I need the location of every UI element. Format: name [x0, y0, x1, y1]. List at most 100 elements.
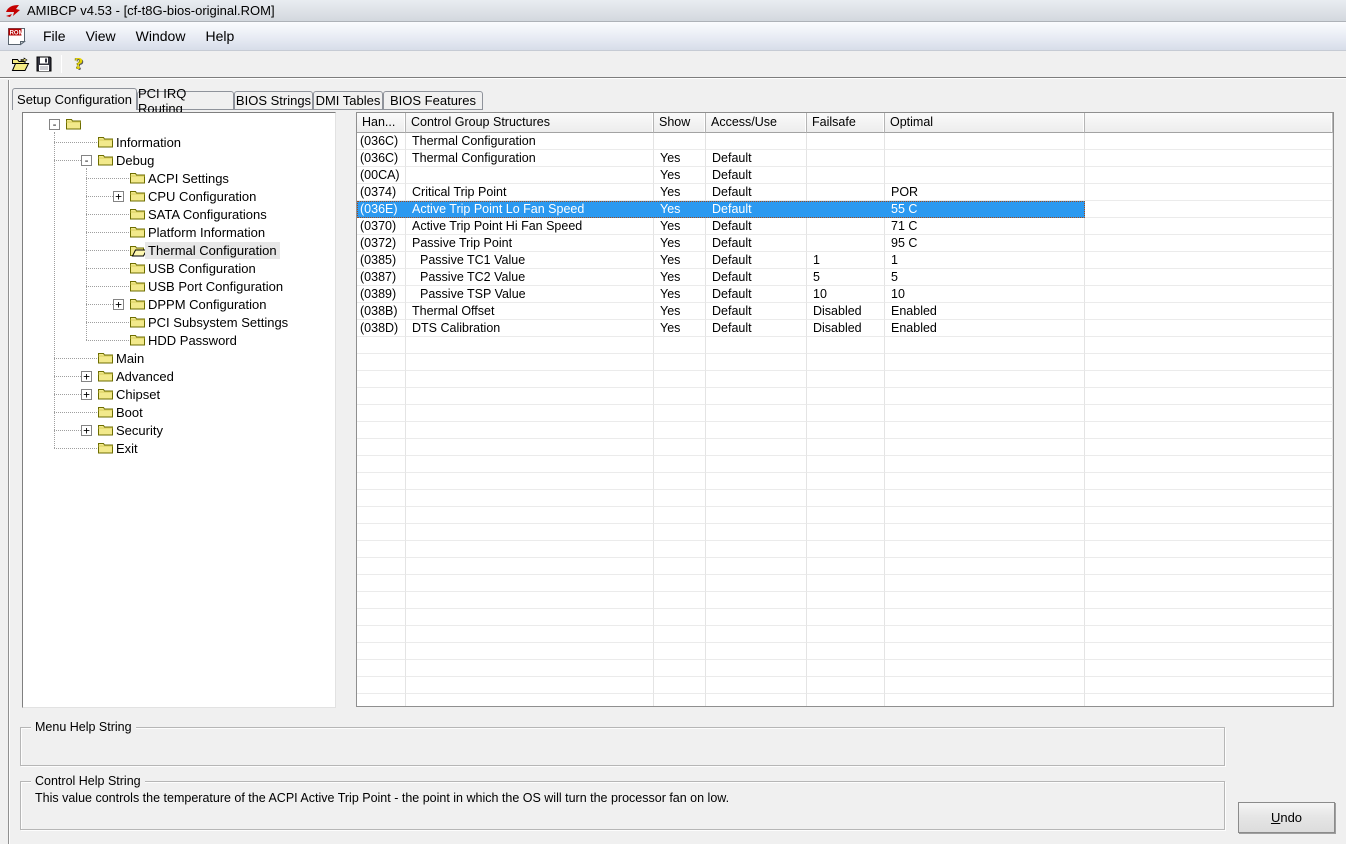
cell-show: [654, 490, 706, 507]
table-row-036e[interactable]: (036E)Active Trip Point Lo Fan SpeedYesD…: [357, 201, 1333, 218]
tree-item-chipset[interactable]: + Chipset: [23, 385, 335, 403]
expand-icon[interactable]: +: [113, 299, 124, 310]
table-row-0374[interactable]: (0374)Critical Trip PointYesDefaultPOR: [357, 184, 1333, 201]
table-row-empty[interactable]: [357, 592, 1333, 609]
tree-item-pci-subsystem-settings[interactable]: PCI Subsystem Settings: [23, 313, 335, 331]
expand-icon[interactable]: +: [81, 425, 92, 436]
expand-icon[interactable]: +: [81, 371, 92, 382]
rom-document-icon[interactable]: ROM: [6, 27, 27, 46]
table-row-0385[interactable]: (0385)Passive TC1 ValueYesDefault11: [357, 252, 1333, 269]
tree-item-boot[interactable]: Boot: [23, 403, 335, 421]
app-window: AMIBCP v4.53 - [cf-t8G-bios-original.ROM…: [0, 0, 1346, 844]
table-row-038b[interactable]: (038B)Thermal OffsetYesDefaultDisabledEn…: [357, 303, 1333, 320]
tree-item-acpi-settings[interactable]: ACPI Settings: [23, 169, 335, 187]
tree-item-thermal-configuration[interactable]: Thermal Configuration: [23, 241, 335, 259]
save-file-button[interactable]: [32, 53, 56, 75]
table-row-empty[interactable]: [357, 337, 1333, 354]
cell-optimal: [885, 677, 1085, 694]
open-file-button[interactable]: [8, 53, 32, 75]
tree-item-dppm-configuration[interactable]: + DPPM Configuration: [23, 295, 335, 313]
table-row-empty[interactable]: [357, 422, 1333, 439]
table-row-0389[interactable]: (0389)Passive TSP ValueYesDefault1010: [357, 286, 1333, 303]
control-help-groupbox: Control Help String This value controls …: [20, 781, 1225, 830]
table-row-0372[interactable]: (0372)Passive Trip PointYesDefault95 C: [357, 235, 1333, 252]
expand-icon[interactable]: +: [81, 389, 92, 400]
table-row-empty[interactable]: [357, 609, 1333, 626]
tree-item-exit[interactable]: Exit: [23, 439, 335, 457]
table-row-empty[interactable]: [357, 371, 1333, 388]
tree-item-main[interactable]: Main: [23, 349, 335, 367]
cell-access: [706, 643, 807, 660]
table-row-empty[interactable]: [357, 388, 1333, 405]
cell-show: [654, 541, 706, 558]
cell-optimal: [885, 643, 1085, 660]
tree-item-security[interactable]: + Security: [23, 421, 335, 439]
table-row-empty[interactable]: [357, 490, 1333, 507]
table-row-empty[interactable]: [357, 626, 1333, 643]
table-row-036c[interactable]: (036C)Thermal Configuration: [357, 133, 1333, 150]
table-row-empty[interactable]: [357, 405, 1333, 422]
table-row-empty[interactable]: [357, 694, 1333, 707]
collapse-icon[interactable]: -: [81, 155, 92, 166]
column-header-access-use[interactable]: Access/Use: [706, 113, 807, 133]
menu-file[interactable]: File: [33, 25, 76, 47]
collapse-icon[interactable]: -: [49, 119, 60, 130]
menu-help[interactable]: Help: [195, 25, 244, 47]
tab-pci-irq-routing[interactable]: PCI IRQ Routing: [137, 91, 234, 110]
column-header-control-group-structures[interactable]: Control Group Structures: [406, 113, 654, 133]
tree-item-hdd-password[interactable]: HDD Password: [23, 331, 335, 349]
table-row-empty[interactable]: [357, 558, 1333, 575]
tree-item-usb-configuration[interactable]: USB Configuration: [23, 259, 335, 277]
tree-item-information[interactable]: Information: [23, 133, 335, 151]
cell-failsafe: [807, 473, 885, 490]
column-header-optimal[interactable]: Optimal: [885, 113, 1085, 133]
tree-item-sata-configurations[interactable]: SATA Configurations: [23, 205, 335, 223]
table-row-empty[interactable]: [357, 456, 1333, 473]
tree-item-advanced[interactable]: + Advanced: [23, 367, 335, 385]
column-header-blank[interactable]: [1085, 113, 1333, 133]
table-row-empty[interactable]: [357, 643, 1333, 660]
table-row-empty[interactable]: [357, 473, 1333, 490]
tree-connector-stub: [86, 304, 113, 305]
table-row-empty[interactable]: [357, 507, 1333, 524]
menu-view[interactable]: View: [76, 25, 126, 47]
table-row-empty[interactable]: [357, 677, 1333, 694]
column-header-failsafe[interactable]: Failsafe: [807, 113, 885, 133]
save-floppy-icon: [36, 56, 52, 72]
expand-icon[interactable]: +: [113, 191, 124, 202]
tab-setup-configuration[interactable]: Setup Configuration: [12, 88, 137, 110]
column-header-show[interactable]: Show: [654, 113, 706, 133]
table-row-empty[interactable]: [357, 354, 1333, 371]
help-button[interactable]: ?: [67, 53, 91, 75]
table-row-empty[interactable]: [357, 660, 1333, 677]
undo-button[interactable]: Undo: [1238, 802, 1335, 833]
tree-item-cpu-configuration[interactable]: + CPU Configuration: [23, 187, 335, 205]
folder-icon: [97, 135, 114, 148]
table-row-empty[interactable]: [357, 541, 1333, 558]
table-row-empty[interactable]: [357, 439, 1333, 456]
cell-access: [706, 490, 807, 507]
toolbar: ?: [0, 51, 1346, 77]
table-row-036c[interactable]: (036C)Thermal ConfigurationYesDefault: [357, 150, 1333, 167]
table-row-038d[interactable]: (038D)DTS CalibrationYesDefaultDisabledE…: [357, 320, 1333, 337]
menu-window[interactable]: Window: [126, 25, 196, 47]
tab-dmi-tables[interactable]: DMI Tables: [313, 91, 383, 110]
tab-bios-strings[interactable]: BIOS Strings: [234, 91, 313, 110]
tab-bios-features[interactable]: BIOS Features: [383, 91, 483, 110]
tree-item-debug[interactable]: - Debug: [23, 151, 335, 169]
table-row-0387[interactable]: (0387)Passive TC2 ValueYesDefault55: [357, 269, 1333, 286]
cell-handle: [357, 677, 406, 694]
table-row-0370[interactable]: (0370)Active Trip Point Hi Fan SpeedYesD…: [357, 218, 1333, 235]
table-row-00ca[interactable]: (00CA)YesDefault: [357, 167, 1333, 184]
table-row-empty[interactable]: [357, 575, 1333, 592]
table-row-empty[interactable]: [357, 524, 1333, 541]
tree-item-platform-information[interactable]: Platform Information: [23, 223, 335, 241]
folder-icon: [129, 315, 146, 328]
tree-item-item[interactable]: -: [23, 115, 335, 133]
cell-optimal: [885, 439, 1085, 456]
cell-handle: [357, 643, 406, 660]
column-header-han[interactable]: Han...: [357, 113, 406, 133]
tree-connector-stub: [54, 412, 97, 413]
tree-item-usb-port-configuration[interactable]: USB Port Configuration: [23, 277, 335, 295]
cell-blank: [1085, 235, 1333, 252]
